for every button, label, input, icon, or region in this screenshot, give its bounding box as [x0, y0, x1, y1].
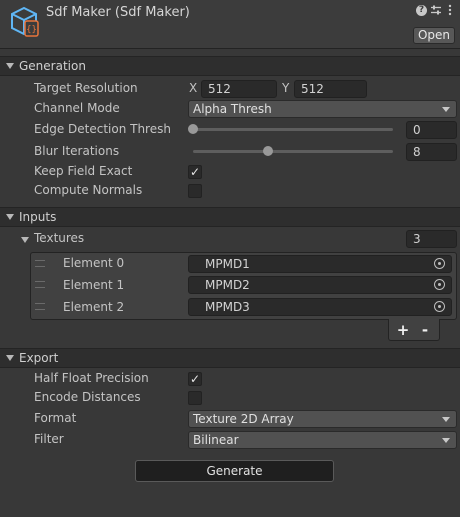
preset-icon[interactable]	[430, 4, 442, 16]
encode-distances-label: Encode Distances	[34, 390, 141, 404]
half-float-checkbox[interactable]: ✓	[188, 372, 202, 386]
inspector-header: {} Sdf Maker (Sdf Maker) ? Open	[0, 0, 460, 48]
chevron-down-icon	[442, 438, 450, 443]
foldout-arrow-icon	[6, 63, 14, 69]
svg-text:{}: {}	[26, 25, 37, 35]
resolution-y-label: Y	[282, 81, 290, 95]
textures-foldout[interactable]: Textures	[18, 231, 178, 247]
encode-distances-checkbox[interactable]	[188, 391, 202, 405]
slider-track	[193, 128, 393, 131]
resolution-x-label: X	[189, 81, 198, 95]
format-value: Texture 2D Array	[193, 412, 294, 426]
element-0-label: Element 0	[63, 256, 125, 270]
blur-iterations-field[interactable]: 8	[406, 143, 457, 161]
blur-iterations-label: Blur Iterations	[34, 144, 120, 158]
component-title: Sdf Maker (Sdf Maker)	[46, 5, 190, 20]
element-0-field[interactable]: MPMD1	[188, 255, 452, 273]
filter-label: Filter	[34, 432, 64, 446]
foldout-arrow-icon	[6, 355, 14, 361]
slider-track	[193, 150, 393, 153]
element-0-value: MPMD1	[205, 257, 250, 271]
textures-count-field[interactable]: 3	[406, 230, 457, 248]
help-icon[interactable]: ?	[416, 5, 427, 16]
more-icon[interactable]	[447, 4, 453, 16]
generation-section-header[interactable]: Generation	[0, 56, 460, 76]
compute-normals-checkbox[interactable]	[188, 184, 202, 198]
drag-handle-icon[interactable]	[35, 260, 45, 267]
keep-field-exact-checkbox[interactable]: ✓	[188, 165, 202, 179]
filter-value: Bilinear	[193, 433, 239, 447]
inputs-section-title: Inputs	[19, 210, 57, 224]
foldout-arrow-icon	[21, 237, 29, 243]
channel-mode-label: Channel Mode	[34, 101, 120, 115]
slider-thumb[interactable]	[188, 124, 198, 134]
chevron-down-icon	[442, 107, 450, 112]
object-picker-icon[interactable]	[434, 301, 445, 312]
slider-thumb[interactable]	[263, 146, 273, 156]
channel-mode-dropdown[interactable]: Alpha Thresh	[188, 100, 457, 118]
channel-mode-value: Alpha Thresh	[193, 102, 272, 116]
blur-iterations-slider[interactable]	[188, 143, 398, 159]
element-1-label: Element 1	[63, 278, 125, 292]
keep-field-exact-label: Keep Field Exact	[34, 164, 133, 178]
compute-normals-label: Compute Normals	[34, 183, 143, 197]
foldout-arrow-icon	[6, 214, 14, 220]
drag-handle-icon[interactable]	[35, 303, 45, 310]
edge-detection-slider[interactable]	[188, 121, 398, 137]
header-divider	[0, 48, 460, 49]
resolution-y-field[interactable]: 512	[294, 80, 367, 98]
drag-handle-icon[interactable]	[35, 281, 45, 288]
object-picker-icon[interactable]	[434, 258, 445, 269]
element-1-value: MPMD2	[205, 278, 250, 292]
inputs-section-header[interactable]: Inputs	[0, 207, 460, 227]
element-2-value: MPMD3	[205, 300, 250, 314]
object-picker-icon[interactable]	[434, 279, 445, 290]
export-section-header[interactable]: Export	[0, 348, 460, 368]
remove-element-button[interactable]: -	[417, 321, 433, 339]
element-1-field[interactable]: MPMD2	[188, 276, 452, 294]
half-float-label: Half Float Precision	[34, 371, 149, 385]
format-label: Format	[34, 411, 77, 425]
element-2-label: Element 2	[63, 300, 125, 314]
edge-detection-field[interactable]: 0	[406, 121, 457, 139]
element-2-field[interactable]: MPMD3	[188, 298, 452, 316]
filter-dropdown[interactable]: Bilinear	[188, 431, 457, 449]
target-resolution-label: Target Resolution	[34, 81, 138, 95]
chevron-down-icon	[442, 417, 450, 422]
generate-button[interactable]: Generate	[135, 460, 334, 482]
open-button[interactable]: Open	[413, 27, 455, 44]
export-section-title: Export	[19, 351, 59, 365]
resolution-x-field[interactable]: 512	[201, 80, 277, 98]
add-element-button[interactable]: +	[395, 321, 411, 339]
generation-section-title: Generation	[19, 59, 86, 73]
textures-label: Textures	[34, 231, 85, 245]
script-icon: {}	[11, 6, 39, 37]
edge-detection-label: Edge Detection Thresh	[34, 122, 171, 136]
format-dropdown[interactable]: Texture 2D Array	[188, 410, 457, 428]
